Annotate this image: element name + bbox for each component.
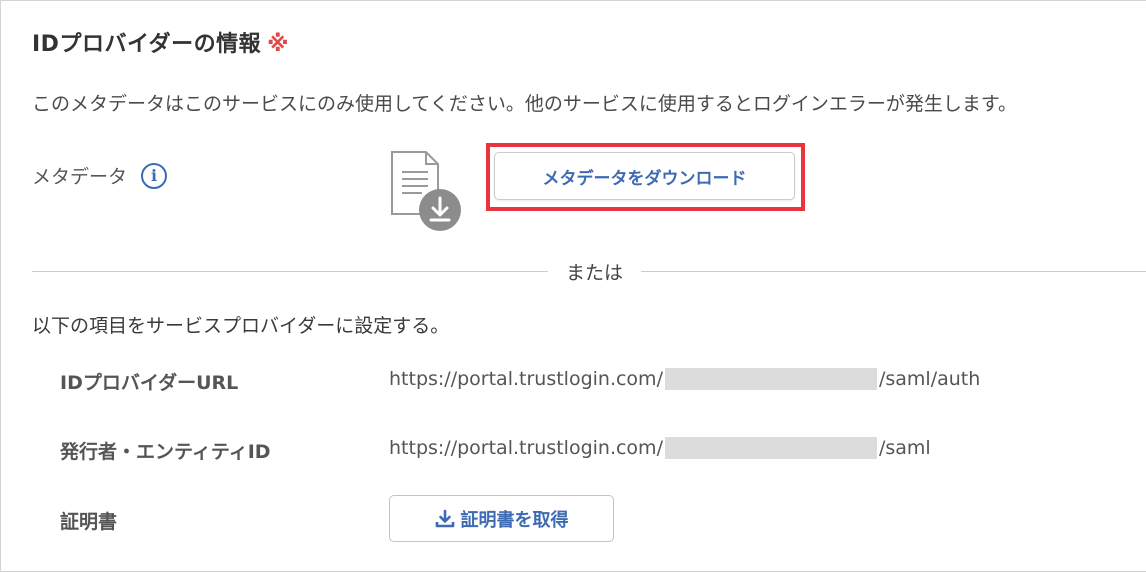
sp-instruction: 以下の項目をサービスプロバイダーに設定する。 bbox=[32, 315, 450, 337]
issuer-suffix: /saml bbox=[878, 437, 931, 459]
divider-or-text: または bbox=[565, 262, 623, 284]
section-title-text: IDプロバイダーの情報 bbox=[32, 32, 262, 57]
redacted-block bbox=[664, 368, 877, 390]
redacted-block bbox=[664, 437, 877, 459]
divider-right bbox=[641, 271, 1146, 272]
idp-url-value: https://portal.trustlogin.com/ /saml/aut… bbox=[389, 368, 980, 390]
document-download-icon bbox=[391, 151, 461, 231]
idp-url-prefix: https://portal.trustlogin.com/ bbox=[389, 368, 663, 390]
info-icon[interactable]: i bbox=[141, 162, 168, 189]
metadata-row-label: メタデータ i bbox=[32, 162, 168, 189]
required-mark: ※ bbox=[267, 32, 289, 57]
metadata-label: メタデータ bbox=[32, 166, 128, 188]
issuer-prefix: https://portal.trustlogin.com/ bbox=[389, 437, 663, 459]
download-icon bbox=[435, 509, 454, 527]
get-certificate-label: 証明書を取得 bbox=[460, 509, 569, 531]
metadata-notice: このメタデータはこのサービスにのみ使用してください。他のサービスに使用するとログ… bbox=[32, 93, 1017, 115]
issuer-label: 発行者・エンティティID bbox=[60, 441, 271, 463]
divider-left bbox=[32, 271, 548, 272]
download-metadata-button[interactable]: メタデータをダウンロード bbox=[494, 152, 795, 200]
idp-url-label: IDプロバイダーURL bbox=[60, 372, 239, 394]
panel-frame bbox=[0, 0, 1146, 572]
issuer-value: https://portal.trustlogin.com/ /saml bbox=[389, 437, 931, 459]
section-title: IDプロバイダーの情報 ※ bbox=[32, 26, 289, 58]
get-certificate-button[interactable]: 証明書を取得 bbox=[389, 495, 614, 542]
certificate-label: 証明書 bbox=[60, 511, 118, 533]
idp-url-suffix: /saml/auth bbox=[878, 368, 981, 390]
